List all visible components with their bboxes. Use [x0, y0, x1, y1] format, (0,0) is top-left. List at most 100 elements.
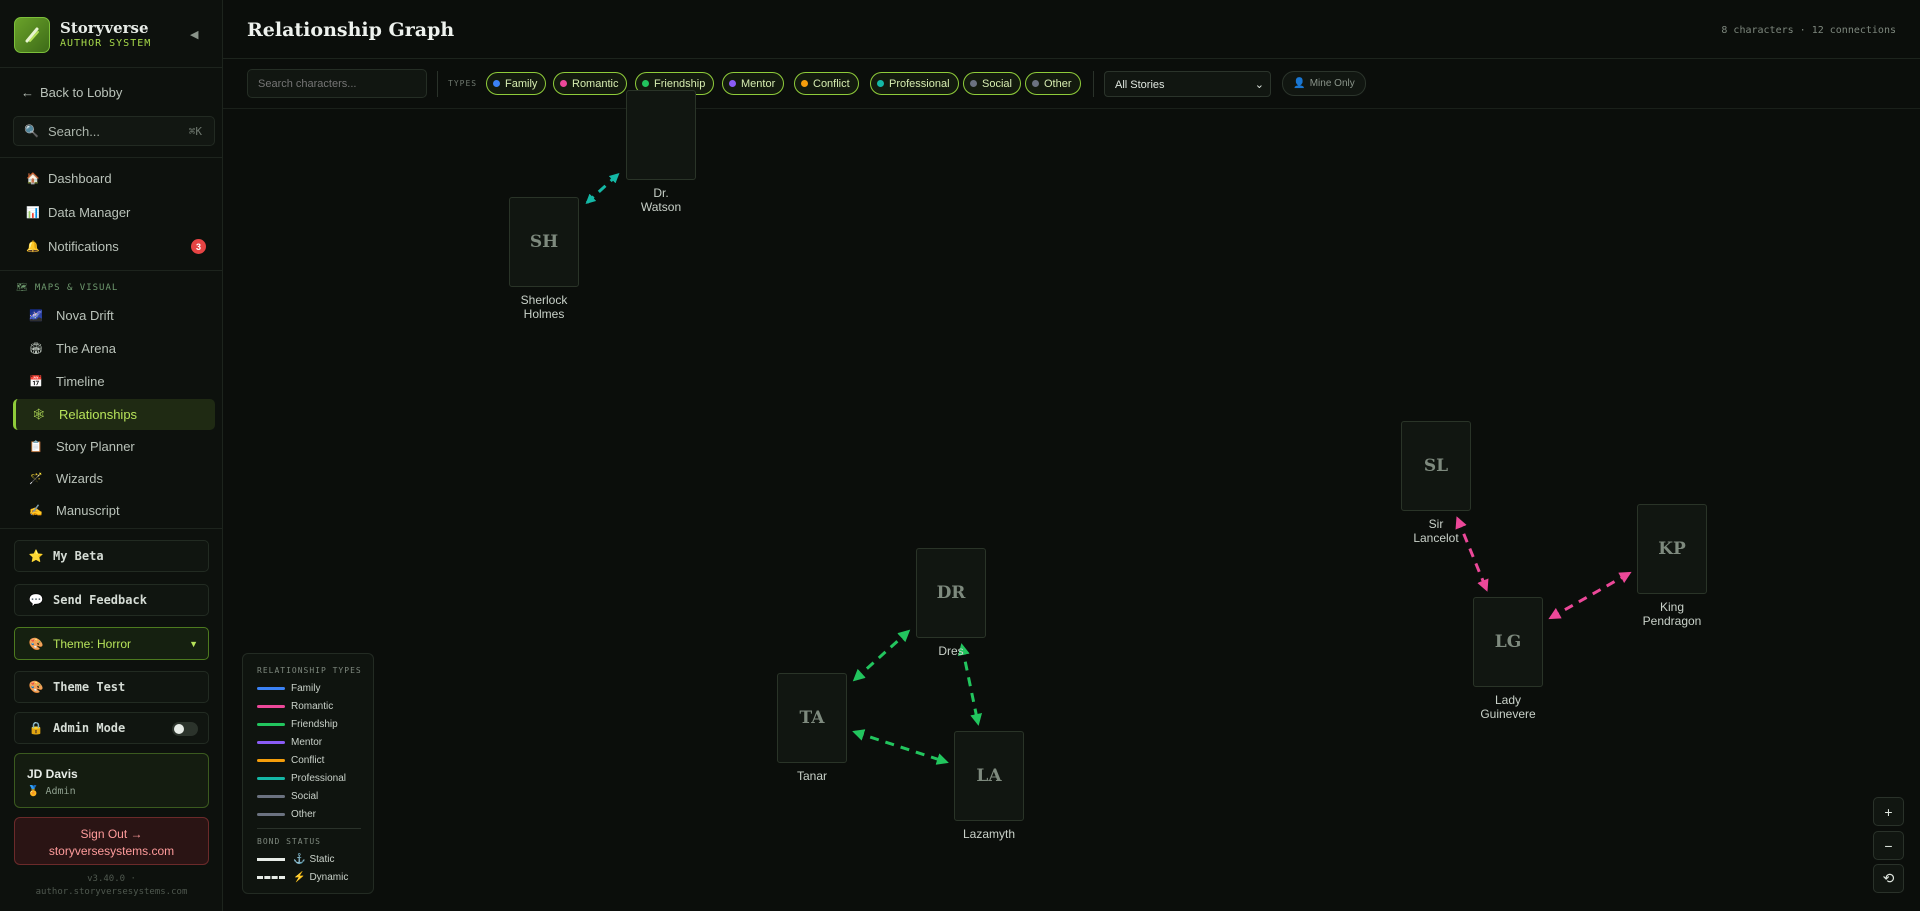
relationship-graph-canvas[interactable]: Dr. Watson SH Sherlock Holmes SL Sir Lancelo… [223, 90, 1920, 911]
filter-chip-romantic[interactable]: Romantic [553, 72, 628, 95]
professional-dot-icon [877, 80, 884, 87]
legend-line [257, 794, 285, 798]
character-node-lg[interactable]: LG [1473, 597, 1543, 687]
toggle-knob [174, 724, 184, 734]
character-initials: LG [1494, 632, 1522, 652]
back-to-lobby-label: Back to Lobby [40, 85, 123, 100]
search-icon: 🔍 [24, 124, 39, 138]
sidebar-search[interactable]: 🔍 Search... ⌘K [13, 116, 215, 146]
relationship-edge-friendship[interactable] [852, 729, 949, 765]
notification-count-badge: 3 [191, 239, 206, 254]
chevron-down-icon: ⌄ [1254, 79, 1264, 91]
character-name-label: Sherlock Holmes [520, 293, 568, 321]
story-filter-select[interactable]: All Stories ⌄ [1104, 71, 1271, 97]
filter-chip-social[interactable]: Social [963, 72, 1021, 95]
user-card[interactable]: JD Davis 🏅 Admin [14, 753, 209, 808]
bell-icon: 🔔 [26, 240, 40, 253]
zoom-in-button[interactable]: + [1873, 797, 1904, 826]
filter-chip-other[interactable]: Other [1025, 72, 1081, 95]
filter-chip-professional[interactable]: Professional [870, 72, 959, 95]
send-feedback-label: Send Feedback [53, 593, 147, 607]
clipboard-icon: 📋 [29, 440, 43, 453]
maps-visual-section-label: 🗺 MAPS & VISUAL [16, 283, 119, 293]
sidebar-item-label: Data Manager [48, 204, 131, 220]
character-node-kp[interactable]: KP [1637, 504, 1707, 594]
filter-chip-conflict[interactable]: Conflict [794, 72, 859, 95]
character-search-input[interactable] [247, 69, 427, 98]
sidebar-item-label: Wizards [56, 470, 103, 486]
sign-out-button[interactable]: Sign Out → storyversesystems.com [14, 817, 209, 865]
character-initials: SL [1423, 456, 1449, 476]
legend-item-professional: Professional [257, 771, 346, 785]
mine-only-toggle[interactable]: 👤 Mine Only [1282, 71, 1366, 96]
sidebar-item-label: Dashboard [48, 170, 112, 186]
sidebar-item-timeline[interactable]: 📅 Timeline [13, 366, 215, 396]
character-node-la[interactable]: LA [954, 731, 1024, 821]
chart-icon: 📊 [26, 206, 40, 219]
writing-hand-icon: ✍ [29, 504, 43, 517]
character-name-label: Dr. Watson [640, 186, 682, 214]
character-node-dw[interactable] [626, 90, 696, 180]
sidebar-item-manuscript[interactable]: ✍ Manuscript [13, 495, 215, 525]
admin-mode-row: 🔒 Admin Mode [14, 712, 209, 744]
divider [0, 528, 223, 529]
speech-bubble-icon: 💬 [28, 593, 44, 607]
character-name-label: Sir Lancelot [1413, 517, 1459, 545]
character-node-ta[interactable]: TA [777, 673, 847, 763]
legend-line [257, 812, 285, 816]
app-root: Storyverse AUTHOR SYSTEM ◀ ← Back to Lob… [0, 0, 1920, 911]
character-name-label: King Pendragon [1642, 600, 1702, 628]
sidebar-item-notifications[interactable]: 🔔 Notifications 3 [13, 231, 215, 261]
collapse-sidebar-icon[interactable]: ◀ [190, 28, 198, 41]
character-node-sh[interactable]: SH [509, 197, 579, 287]
my-beta-label: My Beta [53, 549, 104, 563]
sidebar-item-dashboard[interactable]: 🏠 Dashboard [13, 163, 215, 193]
legend-item-other: Other [257, 807, 316, 821]
user-name: JD Davis [27, 767, 78, 781]
theme-test-button[interactable]: 🎨 Theme Test [14, 671, 209, 703]
legend-item-family: Family [257, 681, 320, 695]
sidebar-search-placeholder: Search... [48, 124, 101, 139]
legend-item-romantic: Romantic [257, 699, 333, 713]
legend-panel: RELATIONSHIP TYPES Family Romantic Frien… [242, 653, 374, 894]
legend-line [257, 740, 285, 744]
send-feedback-button[interactable]: 💬 Send Feedback [14, 584, 209, 616]
sidebar-item-label: Story Planner [56, 438, 135, 454]
character-node-sl[interactable]: SL [1401, 421, 1471, 511]
sidebar-item-nova-drift[interactable]: 🌌 Nova Drift [13, 300, 215, 330]
lock-icon: 🔒 [28, 721, 44, 735]
sidebar-item-wizards[interactable]: 🪄 Wizards [13, 463, 215, 493]
page-title: Relationship Graph [247, 19, 455, 41]
sidebar-item-data-manager[interactable]: 📊 Data Manager [13, 197, 215, 227]
sidebar-item-story-planner[interactable]: 📋 Story Planner [13, 431, 215, 461]
sidebar-item-label: Nova Drift [56, 307, 114, 323]
sidebar-item-the-arena[interactable]: 🏟 The Arena [13, 333, 215, 363]
back-to-lobby-link[interactable]: ← Back to Lobby [21, 85, 122, 100]
anchor-icon: ⚓ [293, 853, 306, 865]
graph-stats: 8 characters · 12 connections [1721, 25, 1896, 36]
character-initials: TA [799, 708, 825, 728]
theme-select[interactable]: 🎨 Theme: Horror ▼ [14, 627, 209, 660]
sidebar-item-label: Timeline [56, 373, 105, 389]
divider [0, 270, 223, 271]
brand-title: Storyverse [60, 19, 149, 37]
sidebar-item-relationships[interactable]: 🕸 Relationships [13, 399, 215, 430]
filter-chip-mentor[interactable]: Mentor [722, 72, 785, 95]
reset-view-button[interactable]: ⟲ [1873, 864, 1904, 893]
legend-title: RELATIONSHIP TYPES [257, 666, 362, 675]
medal-icon: 🏅 [27, 786, 40, 797]
logo-icon [14, 17, 50, 53]
other-dot-icon [1032, 80, 1039, 87]
character-node-dr[interactable]: DR [916, 548, 986, 638]
person-icon: 👤 [1293, 78, 1306, 89]
divider [0, 157, 223, 158]
zoom-out-button[interactable]: − [1873, 831, 1904, 860]
sign-out-domain: storyversesystems.com [48, 844, 175, 858]
filter-chip-family[interactable]: Family [486, 72, 547, 95]
my-beta-button[interactable]: ⭐ My Beta [14, 540, 209, 572]
sidebar-item-label: Notifications [48, 238, 119, 254]
legend-line [257, 704, 285, 708]
story-filter-value: All Stories [1115, 79, 1165, 91]
admin-mode-toggle[interactable] [172, 722, 198, 736]
brand[interactable]: Storyverse AUTHOR SYSTEM [14, 17, 214, 53]
